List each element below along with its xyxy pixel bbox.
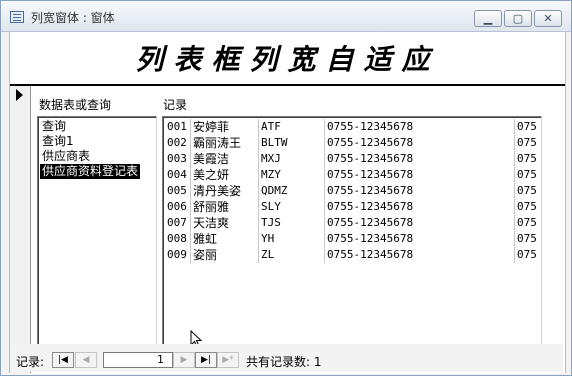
record-cell-name: 安婷菲 xyxy=(191,119,259,135)
close-button[interactable]: ✕ xyxy=(534,10,562,27)
record-cell-id: 001 xyxy=(165,119,191,135)
record-cell-name: 美霞洁 xyxy=(191,151,259,167)
record-row[interactable]: 005 清丹美姿 QDMZ 0755-12345678 075 xyxy=(165,183,541,199)
record-cell-code: MZY xyxy=(259,167,325,183)
first-record-icon: |◀ xyxy=(58,355,68,365)
record-cell-extra: 075 xyxy=(517,232,537,245)
record-cell-code: TJS xyxy=(259,215,325,231)
close-icon: ✕ xyxy=(543,12,553,25)
records-rows: 001 安婷菲 ATF 0755-12345678 075 002 霸丽涛王 BLTW 0755… xyxy=(165,119,541,317)
record-selector[interactable] xyxy=(10,86,31,373)
source-listbox[interactable]: 查询 查询1 供应商表 供应商资料登记表 xyxy=(37,116,157,366)
previous-record-button[interactable]: ◀ xyxy=(75,352,97,368)
form-body: 列表框列宽自适应 数据表或查询 记录 查询 查询1 供应商表 供应商资料登记表 … xyxy=(9,32,566,373)
record-cell-code: SLY xyxy=(259,199,325,215)
records-list-label: 记录 xyxy=(163,98,188,112)
record-cell-id: 008 xyxy=(165,231,191,247)
window-title: 列宽窗体 : 窗体 xyxy=(31,11,115,25)
record-cell-phone: 0755-12345678 xyxy=(325,135,515,151)
current-record-arrow-icon xyxy=(16,89,23,101)
record-count: 共有记录数: 1 xyxy=(246,355,322,369)
record-cell-name: 舒丽雅 xyxy=(191,199,259,215)
record-cell-extra: 075 xyxy=(517,152,537,165)
record-cell-id: 005 xyxy=(165,183,191,199)
maximize-button[interactable]: ▢ xyxy=(504,10,532,27)
record-cell-id: 007 xyxy=(165,215,191,231)
record-cell-extra: 075 xyxy=(517,120,537,133)
current-record-input[interactable]: 1 xyxy=(103,352,173,368)
record-cell-code: YH xyxy=(259,231,325,247)
form-window: 列宽窗体 : 窗体 ▁ ▢ ✕ 列表框列宽自适应 数据表或查询 记录 查询 查询… xyxy=(0,0,572,376)
record-cell-id: 003 xyxy=(165,151,191,167)
record-cell-id: 004 xyxy=(165,167,191,183)
record-cell-extra: 075 xyxy=(517,248,537,261)
record-cell-extra: 075 xyxy=(517,184,537,197)
source-list-item-selected[interactable]: 供应商资料登记表 xyxy=(40,164,141,179)
record-cell-code: QDMZ xyxy=(259,183,325,199)
record-cell-extra: 075 xyxy=(517,200,537,213)
records-listbox[interactable]: 001 安婷菲 ATF 0755-12345678 075 002 霸丽涛王 BLTW 0755… xyxy=(162,116,542,366)
record-nav-label: 记录: xyxy=(16,355,45,369)
first-record-button[interactable]: |◀ xyxy=(52,352,74,368)
record-cell-extra: 075 xyxy=(517,168,537,181)
record-cell-phone: 0755-12345678 xyxy=(325,167,515,183)
record-cell-name: 姿丽 xyxy=(191,247,259,263)
record-cell-extra: 075 xyxy=(517,216,537,229)
last-record-button[interactable]: ▶| xyxy=(195,352,217,368)
record-cell-phone: 0755-12345678 xyxy=(325,247,515,263)
record-row[interactable]: 006 舒丽雅 SLY 0755-12345678 075 xyxy=(165,199,541,215)
minimize-button[interactable]: ▁ xyxy=(474,10,502,27)
last-record-icon: ▶| xyxy=(201,355,211,365)
record-cell-code: ATF xyxy=(259,119,325,135)
title-bar[interactable]: 列宽窗体 : 窗体 ▁ ▢ ✕ xyxy=(1,1,571,32)
record-cell-phone: 0755-12345678 xyxy=(325,183,515,199)
record-row[interactable]: 008 雅虹 YH 0755-12345678 075 xyxy=(165,231,541,247)
source-list-item[interactable]: 查询1 xyxy=(40,134,76,149)
maximize-icon: ▢ xyxy=(512,12,524,25)
next-record-button[interactable]: ▶ xyxy=(173,352,195,368)
record-cell-name: 美之妍 xyxy=(191,167,259,183)
record-cell-name: 雅虹 xyxy=(191,231,259,247)
record-cell-code: MXJ xyxy=(259,151,325,167)
record-row[interactable]: 004 美之妍 MZY 0755-12345678 075 xyxy=(165,167,541,183)
source-list-label: 数据表或查询 xyxy=(39,98,112,112)
record-row[interactable]: 001 安婷菲 ATF 0755-12345678 075 xyxy=(165,119,541,135)
record-cell-id: 009 xyxy=(165,247,191,263)
source-list-item[interactable]: 查询 xyxy=(40,119,68,134)
header-divider xyxy=(10,84,565,86)
form-header-title: 列表框列宽自适应 xyxy=(135,43,440,76)
record-row[interactable]: 007 天洁爽 TJS 0755-12345678 075 xyxy=(165,215,541,231)
new-record-button[interactable]: ▶* xyxy=(217,352,239,368)
record-cell-phone: 0755-12345678 xyxy=(325,119,515,135)
record-cell-code: BLTW xyxy=(259,135,325,151)
next-record-icon: ▶ xyxy=(180,355,188,365)
record-cell-phone: 0755-12345678 xyxy=(325,231,515,247)
record-cell-phone: 0755-12345678 xyxy=(325,199,515,215)
record-cell-phone: 0755-12345678 xyxy=(325,215,515,231)
record-row[interactable]: 003 美霞洁 MXJ 0755-12345678 075 xyxy=(165,151,541,167)
new-record-icon: ▶* xyxy=(222,355,234,365)
minimize-icon: ▁ xyxy=(483,12,493,25)
record-cell-phone: 0755-12345678 xyxy=(325,151,515,167)
record-cell-extra: 075 xyxy=(517,136,537,149)
form-icon xyxy=(10,11,24,23)
previous-record-icon: ◀ xyxy=(82,355,90,365)
record-cell-name: 霸丽涛王 xyxy=(191,135,259,151)
record-cell-name: 清丹美姿 xyxy=(191,183,259,199)
record-row[interactable]: 009 姿丽 ZL 0755-12345678 075 xyxy=(165,247,541,263)
record-cell-id: 002 xyxy=(165,135,191,151)
record-cell-name: 天洁爽 xyxy=(191,215,259,231)
record-cell-code: ZL xyxy=(259,247,325,263)
record-cell-id: 006 xyxy=(165,199,191,215)
record-navigation-bar: 记录: |◀ ◀ 1 ▶ ▶| ▶* 共有记录数: 1 xyxy=(10,344,563,372)
record-row[interactable]: 002 霸丽涛王 BLTW 0755-12345678 075 xyxy=(165,135,541,151)
source-list-item[interactable]: 供应商表 xyxy=(40,149,92,164)
